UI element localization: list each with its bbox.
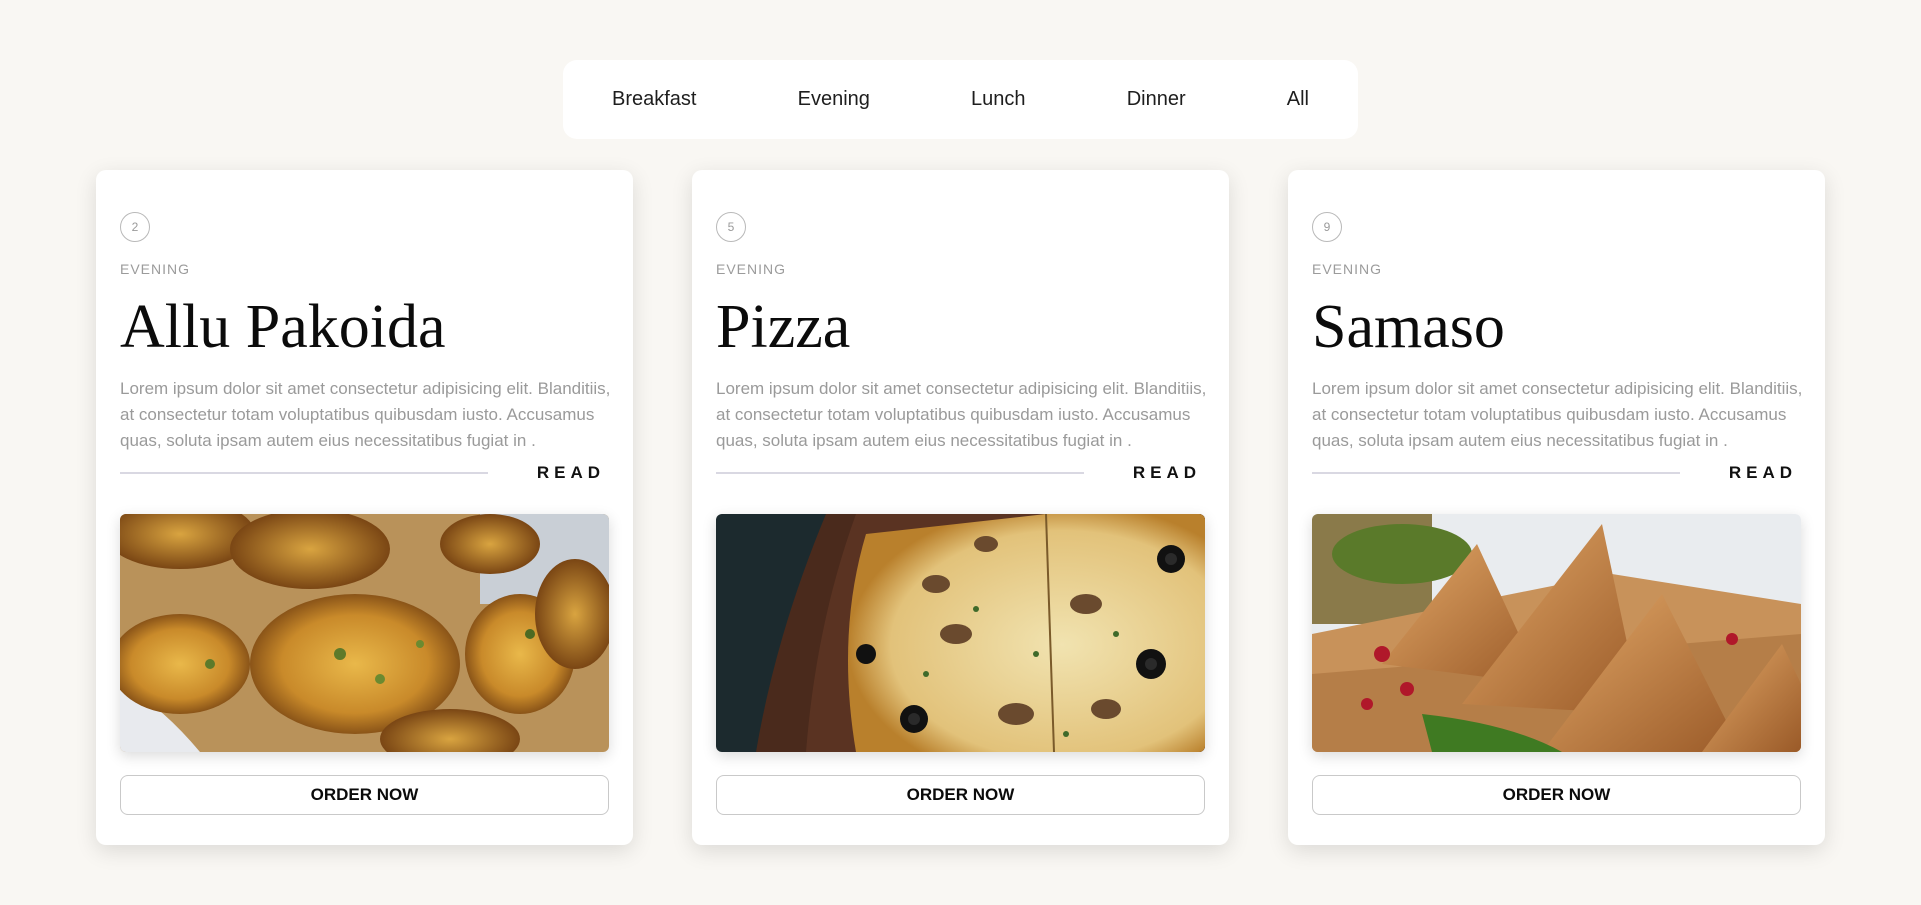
item-category: EVENING — [1312, 261, 1383, 277]
order-now-button[interactable]: ORDER NOW — [120, 775, 609, 815]
order-now-button[interactable]: ORDER NOW — [1312, 775, 1801, 815]
filter-lunch[interactable]: Lunch — [971, 88, 1026, 111]
filter-breakfast[interactable]: Breakfast — [612, 88, 696, 111]
divider-line — [120, 472, 488, 474]
item-number-badge: 2 — [120, 212, 150, 242]
category-filter-bar: Breakfast Evening Lunch Dinner All — [563, 60, 1358, 139]
item-title: Samaso — [1312, 293, 1505, 361]
item-category: EVENING — [716, 261, 787, 277]
item-description: Lorem ipsum dolor sit amet consectetur a… — [1312, 379, 1803, 450]
item-title: Pizza — [716, 293, 851, 361]
filter-all[interactable]: All — [1287, 88, 1309, 111]
item-number-badge: 5 — [716, 212, 746, 242]
item-category: EVENING — [120, 261, 191, 277]
divider-line — [1312, 472, 1680, 474]
order-now-button[interactable]: ORDER NOW — [716, 775, 1205, 815]
samosa-photo — [1312, 514, 1801, 752]
divider-line — [716, 472, 1084, 474]
read-row: READ — [716, 460, 1205, 486]
menu-card: 2 EVENING Allu Pakoida Lorem ipsum dolor… — [96, 170, 633, 845]
item-description: Lorem ipsum dolor sit amet consectetur a… — [120, 379, 611, 450]
read-row: READ — [120, 460, 609, 486]
filter-dinner[interactable]: Dinner — [1127, 88, 1186, 111]
read-link[interactable]: READ — [1729, 463, 1797, 483]
pizza-photo — [716, 514, 1205, 752]
read-link[interactable]: READ — [1133, 463, 1201, 483]
menu-cards: 2 EVENING Allu Pakoida Lorem ipsum dolor… — [96, 170, 1825, 845]
read-link[interactable]: READ — [537, 463, 605, 483]
item-title: Allu Pakoida — [120, 293, 446, 361]
pakora-photo — [120, 514, 609, 752]
read-row: READ — [1312, 460, 1801, 486]
menu-card: 5 EVENING Pizza Lorem ipsum dolor sit am… — [692, 170, 1229, 845]
menu-card: 9 EVENING Samaso Lorem ipsum dolor sit a… — [1288, 170, 1825, 845]
item-description: Lorem ipsum dolor sit amet consectetur a… — [716, 379, 1207, 450]
filter-evening[interactable]: Evening — [798, 88, 870, 111]
item-number-badge: 9 — [1312, 212, 1342, 242]
